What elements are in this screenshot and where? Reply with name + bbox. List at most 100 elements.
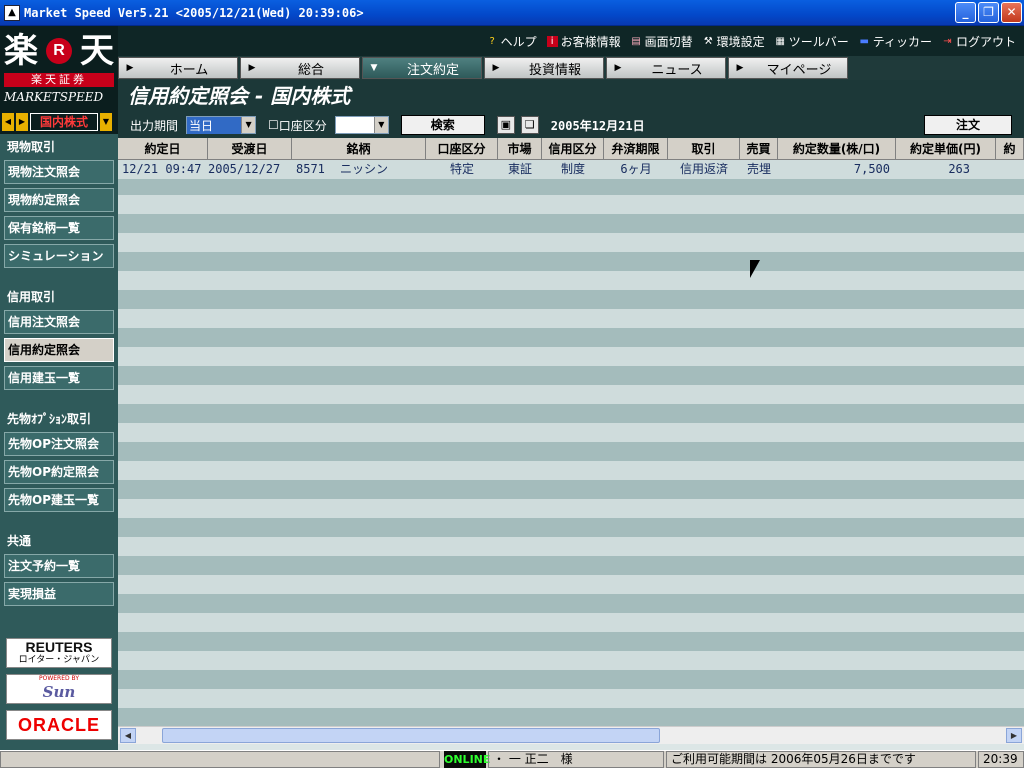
tab-label: ホーム xyxy=(169,62,209,78)
col-repayment-deadline[interactable]: 弁済期限 xyxy=(604,138,668,159)
cell-margin-type: 制度 xyxy=(560,162,585,176)
nav-futures-positions[interactable]: 先物OP建玉一覧 xyxy=(4,488,114,512)
oracle-logo[interactable]: ORACLE xyxy=(6,710,112,740)
oracle-text: ORACLE xyxy=(18,715,100,735)
tab-arrow-icon: ▶ xyxy=(248,63,256,73)
tab-label: マイページ xyxy=(766,62,832,78)
app-icon: ▲ xyxy=(4,4,20,21)
logout-menu[interactable]: ⇥ ログアウト xyxy=(942,33,1016,50)
scroll-left-icon[interactable]: ◀ xyxy=(120,728,136,743)
nav-spot-order-inquiry[interactable]: 現物注文照会 xyxy=(4,160,114,184)
nav-order-reservations[interactable]: 注文予約一覧 xyxy=(4,554,114,578)
cell-execution-date: 12/21 09:47 xyxy=(122,162,202,176)
period-label: 出力期間 xyxy=(130,118,179,133)
reuters-logo[interactable]: REUTERS ロイター・ジャパン xyxy=(6,638,112,668)
cell-account-type: 特定 xyxy=(449,162,474,176)
nav-realized-pnl[interactable]: 実現損益 xyxy=(4,582,114,606)
checkbox-icon[interactable]: ☐ xyxy=(268,118,279,132)
reuters-subtext: ロイター・ジャパン xyxy=(18,655,100,665)
cell-stock-code: 8571 xyxy=(296,162,325,176)
minimize-button[interactable]: _ xyxy=(955,2,976,23)
nav-margin-positions[interactable]: 信用建玉一覧 xyxy=(4,366,114,390)
tab-label: 投資情報 xyxy=(528,62,581,78)
col-more[interactable]: 約 xyxy=(996,138,1024,159)
ticker-label: ティッカー xyxy=(872,34,932,49)
nav-spot-execution-inquiry[interactable]: 現物約定照会 xyxy=(4,188,114,212)
tab-news[interactable]: ▶ ニュース xyxy=(606,57,726,79)
availability-period: ご利用可能期間は 2006年05月26日までです xyxy=(666,751,976,768)
maximize-button[interactable]: ❐ xyxy=(978,2,999,23)
period-select[interactable]: 当日 ▼ xyxy=(186,116,257,134)
tab-home[interactable]: ▶ ホーム xyxy=(118,57,238,79)
customer-info-menu[interactable]: i お客様情報 xyxy=(546,33,621,50)
cell-trade: 信用返済 xyxy=(679,162,728,176)
col-margin-type[interactable]: 信用区分 xyxy=(542,138,604,159)
col-stock[interactable]: 銘柄 xyxy=(292,138,426,159)
ticker-menu[interactable]: ▬ ティッカー xyxy=(859,33,932,50)
tab-overview[interactable]: ▶ 総合 xyxy=(240,57,360,79)
help-menu[interactable]: ? ヘルプ xyxy=(487,33,537,50)
nav-futures-execution-inquiry[interactable]: 先物OP約定照会 xyxy=(4,460,114,484)
window-controls: _ ❐ ✕ xyxy=(955,2,1022,23)
nav-margin-execution-inquiry[interactable]: 信用約定照会 xyxy=(4,338,114,362)
market-select[interactable]: 国内株式 xyxy=(30,113,98,131)
tab-arrow-icon: ▶ xyxy=(126,63,134,73)
close-button[interactable]: ✕ xyxy=(1001,2,1022,23)
ticker-icon: ▬ xyxy=(859,35,869,47)
tab-investment-info[interactable]: ▶ 投資情報 xyxy=(484,57,604,79)
status-bar: ONLINE ・ 一 正二 様 ご利用可能期間は 2006年05月26日までです… xyxy=(0,750,1024,768)
status-left xyxy=(0,751,440,768)
col-unit-price[interactable]: 約定単価(円) xyxy=(896,138,996,159)
col-quantity[interactable]: 約定数量(株/口) xyxy=(778,138,896,159)
col-account-type[interactable]: 口座区分 xyxy=(426,138,498,159)
account-type-select[interactable]: ▼ xyxy=(334,116,389,134)
order-button[interactable]: 注文 xyxy=(924,115,1012,135)
help-label: ヘルプ xyxy=(500,34,537,49)
left-nav: ◀ ▶ 国内株式 ▼ 現物取引 現物注文照会 現物約定照会 保有銘柄一覧 シミュ… xyxy=(0,110,118,750)
cell-quantity: 7,500 xyxy=(853,162,890,176)
logout-label: ログアウト xyxy=(955,34,1016,49)
save-icon[interactable]: ▣ xyxy=(496,116,515,134)
tab-label: 総合 xyxy=(297,62,324,78)
sun-logo[interactable]: POWERED BY Sun xyxy=(6,674,112,704)
tab-orders[interactable]: ▼ 注文約定 xyxy=(362,57,482,79)
online-badge: ONLINE xyxy=(444,751,491,768)
settings-menu[interactable]: ⚒ 環境設定 xyxy=(703,33,765,50)
toolbar-menu[interactable]: ▦ ツールバー xyxy=(775,33,848,50)
tab-arrow-icon: ▶ xyxy=(614,63,622,73)
horizontal-scrollbar[interactable]: ◀ ▶ xyxy=(118,726,1024,744)
cell-stock-name: ニッシン xyxy=(340,162,389,176)
nav-margin-order-inquiry[interactable]: 信用注文照会 xyxy=(4,310,114,334)
period-value: 当日 xyxy=(187,116,242,134)
search-button[interactable]: 検索 xyxy=(400,115,485,135)
nav-futures-order-inquiry[interactable]: 先物OP注文照会 xyxy=(4,432,114,456)
col-settlement-date[interactable]: 受渡日 xyxy=(208,138,292,159)
nav-holdings-list[interactable]: 保有銘柄一覧 xyxy=(4,216,114,240)
dropdown-arrow-icon[interactable]: ▼ xyxy=(100,113,112,131)
col-market[interactable]: 市場 xyxy=(498,138,542,159)
col-buy-sell[interactable]: 売買 xyxy=(740,138,778,159)
screen-switch-menu[interactable]: ▤ 画面切替 xyxy=(631,33,692,50)
chevron-down-icon: ▼ xyxy=(241,117,256,133)
prev-arrow-icon[interactable]: ◀ xyxy=(2,113,14,131)
table-row[interactable]: 12/21 09:47 2005/12/27 8571 ニッシン 特定 東証 制… xyxy=(118,160,1024,179)
tab-label: ニュース xyxy=(651,62,703,78)
nav-simulation[interactable]: シミュレーション xyxy=(4,244,114,268)
next-arrow-icon[interactable]: ▶ xyxy=(16,113,28,131)
chevron-down-icon: ▼ xyxy=(373,117,388,133)
tab-mypage[interactable]: ▶ マイページ xyxy=(728,57,848,79)
account-type-label: 口座区分 xyxy=(278,118,327,133)
copy-icon[interactable]: ❏ xyxy=(520,116,539,134)
col-trade[interactable]: 取引 xyxy=(668,138,740,159)
scrollbar-thumb[interactable] xyxy=(162,728,660,743)
tab-arrow-icon: ▶ xyxy=(736,63,744,73)
sun-text: Sun xyxy=(42,683,76,701)
date-display: 2005年12月21日 xyxy=(550,118,645,133)
page-title: 信用約定照会 - 国内株式 xyxy=(118,80,1024,112)
tab-label: 注文約定 xyxy=(406,62,459,78)
col-execution-date[interactable]: 約定日 xyxy=(118,138,208,159)
scroll-right-icon[interactable]: ▶ xyxy=(1006,728,1022,743)
logo-marketspeed: MARKETSPEED xyxy=(4,90,104,104)
main-panel: 信用約定照会 - 国内株式 出力期間 当日 ▼ ☐ 口座区分 ▼ 検索 ▣ ❏ … xyxy=(118,80,1024,750)
tools-icon: ⚒ xyxy=(703,35,713,47)
